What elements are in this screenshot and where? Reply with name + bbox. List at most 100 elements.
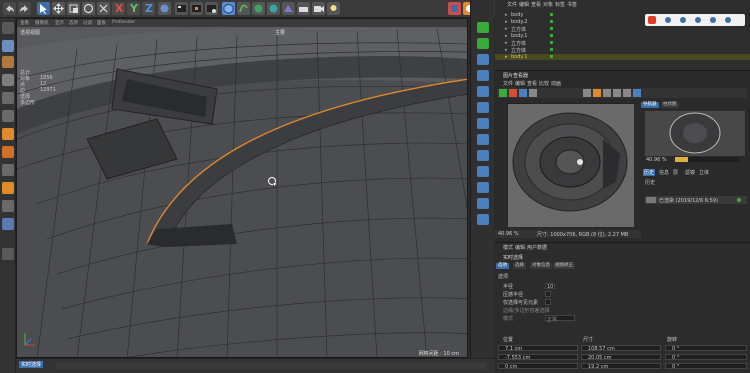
ime-mode-icon[interactable] (665, 17, 671, 23)
timeline[interactable] (56, 363, 486, 369)
undo-icon[interactable] (3, 2, 16, 15)
pv-menu-view[interactable]: 查看 (527, 80, 537, 87)
points-mode-icon[interactable] (2, 92, 14, 104)
subdivision-icon[interactable] (252, 2, 265, 15)
object-row[interactable]: ▸ 立方体 (495, 47, 750, 54)
make-preview-icon[interactable] (477, 166, 489, 177)
rotation-b-input[interactable]: 0 ° (665, 363, 747, 370)
render-settings-icon[interactable] (205, 2, 218, 15)
model-mode-icon[interactable] (2, 40, 14, 52)
ime-toolbar[interactable] (645, 14, 745, 26)
mode-select[interactable]: 正常 (545, 315, 575, 323)
tab-stereo[interactable]: 立体 (699, 169, 709, 176)
render-selected-icon[interactable] (477, 134, 489, 145)
viewport-menu-display[interactable]: 显示 (55, 20, 64, 26)
object-name[interactable]: body.1 (511, 54, 527, 60)
render-preview-image[interactable] (507, 103, 634, 227)
history-item[interactable]: 已渲染 (2019/12/6 6:59) (645, 196, 747, 204)
object-row[interactable]: ▸ body.1 (495, 33, 750, 39)
rotation-p-input[interactable]: 0 ° (665, 354, 747, 361)
position-x-input[interactable]: 7.1 cm (498, 345, 578, 352)
tab-histogram[interactable]: 柱状图 (661, 102, 679, 108)
am-menu-mode[interactable]: 模式 (503, 244, 513, 251)
axis-mode-icon[interactable] (2, 182, 14, 194)
tab-filter[interactable]: 滤镜 (685, 169, 695, 176)
pv-info-icon[interactable] (623, 89, 631, 97)
coordinate-system-icon[interactable] (158, 2, 171, 15)
bake-icon[interactable] (477, 150, 489, 161)
render-picture-viewer-icon[interactable] (190, 2, 203, 15)
om-menu-objects[interactable]: 对象 (543, 1, 553, 8)
object-row[interactable]: ▸ 立方体 (495, 26, 750, 33)
render-active-view-icon[interactable] (477, 22, 489, 33)
flatten-icon[interactable] (477, 198, 489, 209)
only-visible-checkbox[interactable] (545, 299, 551, 305)
object-row-selected[interactable]: ▸ body.1 (495, 54, 750, 60)
deformer-icon[interactable] (282, 2, 295, 15)
tab-info[interactable]: 信息 (659, 169, 669, 176)
tab-history[interactable]: 历史 (643, 169, 656, 176)
interactive-render-icon[interactable] (477, 70, 489, 81)
texture-mode-icon[interactable] (2, 56, 14, 68)
axis-z-button[interactable]: Z (142, 2, 155, 15)
scale-icon[interactable] (67, 2, 80, 15)
size-x-input[interactable]: 108.57 cm (581, 345, 661, 352)
3d-viewport[interactable]: 查看 摄像机 显示 选项 过滤 面板 ProRender 透视视图 主要 总计 … (16, 18, 468, 358)
visibility-dot[interactable] (550, 41, 553, 44)
camera-icon[interactable] (312, 2, 325, 15)
pv-filter-icon[interactable] (603, 89, 611, 97)
pv-stop-icon[interactable] (509, 89, 517, 97)
ime-keyboard-icon[interactable] (710, 17, 716, 23)
size-z-input[interactable]: 19.2 cm (581, 363, 661, 370)
object-name[interactable]: 立方体 (511, 40, 526, 47)
workplane-icon[interactable] (2, 74, 14, 86)
tab-options[interactable]: 选项 (496, 263, 509, 269)
ime-emoji-icon[interactable] (680, 17, 686, 23)
om-menu-file[interactable]: 文件 (507, 1, 517, 8)
pv-layout-icon[interactable] (633, 89, 641, 97)
pen-icon[interactable] (237, 2, 250, 15)
tab-object-info[interactable]: 对象信息 (530, 263, 552, 269)
grid-icon[interactable] (2, 248, 14, 260)
pv-alpha-icon[interactable] (593, 89, 601, 97)
navigator-thumbnail[interactable] (645, 111, 745, 156)
om-menu-edit[interactable]: 编辑 (519, 1, 529, 8)
polygons-mode-icon[interactable] (2, 128, 14, 140)
viewport-menu-view[interactable]: 查看 (20, 20, 29, 26)
tab-selection[interactable]: 选择 (513, 263, 526, 269)
ime-skin-icon[interactable] (725, 17, 731, 23)
viewport-mesh[interactable] (17, 19, 468, 358)
array-icon[interactable] (267, 2, 280, 15)
om-menu-tags[interactable]: 标签 (555, 1, 565, 8)
pv-stereo-icon[interactable] (613, 89, 621, 97)
tab-layer[interactable]: 层 (673, 169, 678, 176)
navigator-zoom-slider[interactable] (675, 157, 739, 162)
snap-icon[interactable] (2, 164, 14, 176)
uv-mode-icon[interactable] (2, 146, 14, 158)
pv-render-icon[interactable] (499, 89, 507, 97)
render-region-icon[interactable] (477, 118, 489, 129)
spline-icon[interactable] (477, 214, 489, 225)
object-name[interactable]: 立方体 (511, 26, 526, 33)
object-name[interactable]: 立方体 (511, 47, 526, 54)
pv-zoom-value[interactable]: 40.96 % (498, 231, 519, 237)
visibility-dot[interactable] (550, 55, 553, 58)
light-icon[interactable] (327, 2, 340, 15)
viewport-menu-cameras[interactable]: 摄像机 (35, 20, 49, 26)
render-view-icon[interactable] (175, 2, 188, 15)
object-name[interactable]: body.1 (511, 33, 527, 39)
recent-tools-icon[interactable] (97, 2, 110, 15)
am-menu-edit[interactable]: 编辑 (515, 244, 525, 251)
om-menu-bookmarks[interactable]: 书签 (567, 1, 577, 8)
tweak-mode-icon[interactable] (2, 200, 14, 212)
viewport-menu-options[interactable]: 选项 (69, 20, 78, 26)
ime-voice-icon[interactable] (695, 17, 701, 23)
visibility-dot[interactable] (550, 34, 553, 37)
edges-mode-icon[interactable] (2, 110, 14, 122)
tab-navigator[interactable]: 导航器 (641, 102, 659, 108)
navigator-zoom[interactable]: 40.96 % (646, 157, 667, 163)
size-y-input[interactable]: 20.05 cm (581, 354, 661, 361)
position-z-input[interactable]: 0 cm (498, 363, 578, 370)
rotate-icon[interactable] (82, 2, 95, 15)
pv-menu-file[interactable]: 文件 (503, 80, 513, 87)
